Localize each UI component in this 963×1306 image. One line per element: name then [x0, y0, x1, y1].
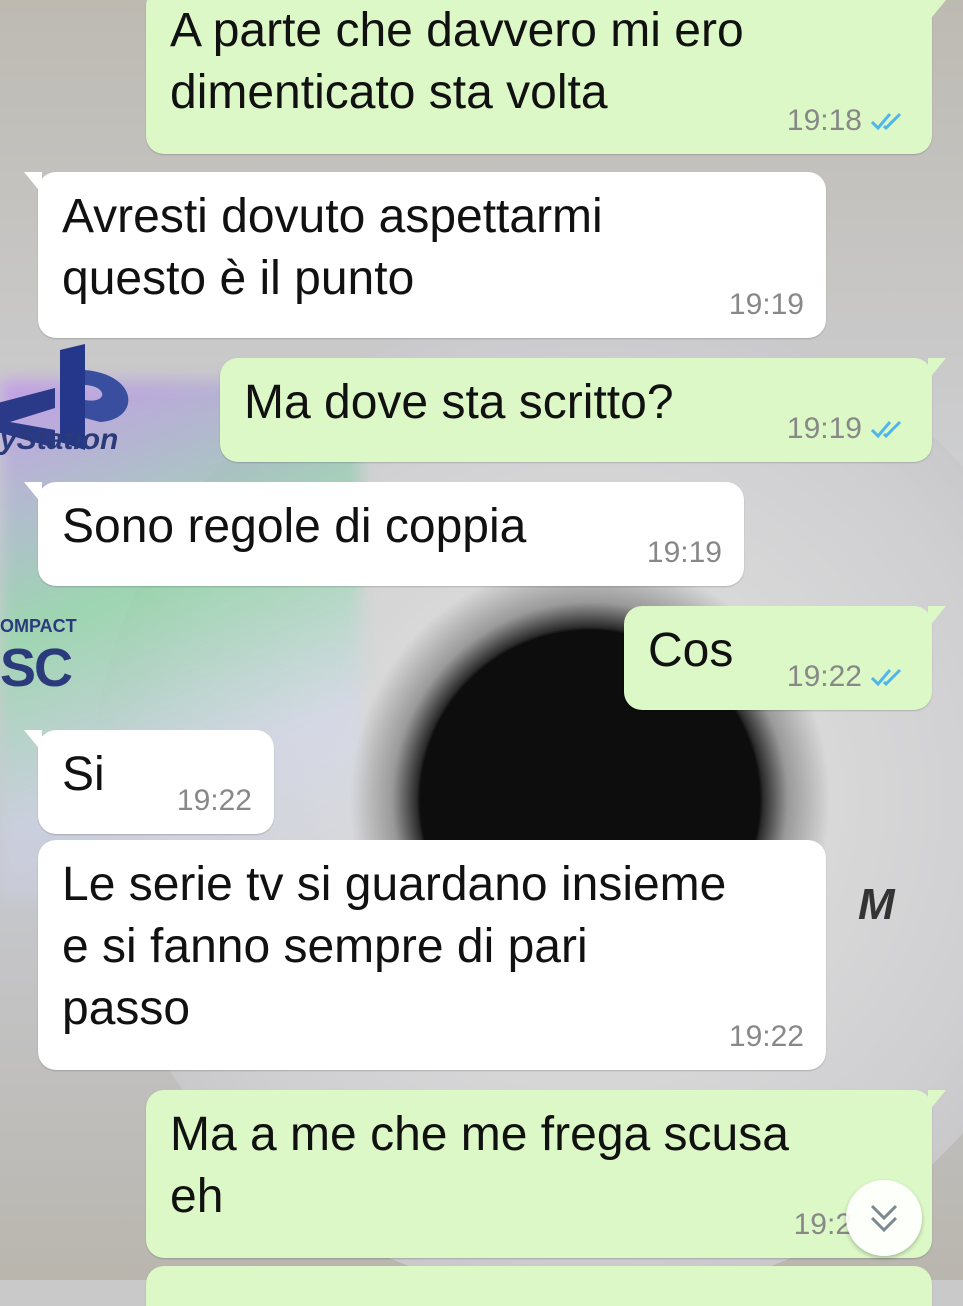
message-meta: 19:22 — [177, 784, 252, 818]
message-incoming[interactable]: Sono regole di coppia 19:19 — [24, 482, 744, 586]
message-time: 19:18 — [786, 104, 862, 137]
message-text: Avresti dovuto aspettarmi questo è il pu… — [62, 190, 603, 305]
message-outgoing-partial[interactable] — [146, 1266, 932, 1306]
message-meta: 19:22 — [729, 1020, 804, 1054]
message-incoming[interactable]: Si 19:22 — [24, 730, 274, 834]
chat-messages: A parte che davvero mi ero dimenticato s… — [0, 0, 963, 1306]
message-time: 19:2 — [793, 1208, 852, 1241]
message-outgoing[interactable]: Ma dove sta scritto? 19:19 — [220, 358, 946, 462]
message-meta: 19:2 — [794, 1208, 852, 1242]
message-time: 19:19 — [646, 536, 722, 569]
bubble-tail — [24, 730, 42, 752]
message-text: Ma a me che me frega scusa eh — [170, 1108, 789, 1223]
bubble-tail — [24, 482, 42, 504]
message-text: Si — [62, 748, 105, 801]
double-chevron-down-icon — [870, 1204, 898, 1233]
message-outgoing[interactable]: Ma a me che me frega scusa eh 19:2 — [146, 1090, 946, 1258]
bubble-tail — [24, 172, 42, 194]
message-time: 19:19 — [786, 412, 862, 445]
message-incoming[interactable]: Avresti dovuto aspettarmi questo è il pu… — [24, 172, 826, 338]
message-outgoing[interactable]: Cos 19:22 — [624, 606, 946, 710]
message-incoming[interactable]: Le serie tv si guardano insieme e si fan… — [38, 840, 826, 1070]
double-check-read-icon — [870, 668, 902, 687]
message-meta: 19:19 — [729, 288, 804, 322]
bubble-tail — [928, 358, 946, 380]
double-check-read-icon — [870, 112, 902, 131]
message-time: 19:22 — [176, 784, 252, 817]
message-text: Sono regole di coppia — [62, 500, 527, 553]
message-meta: 19:19 — [787, 412, 910, 446]
message-text: A parte che davvero mi ero dimenticato s… — [170, 4, 744, 119]
message-text: Cos — [648, 624, 734, 677]
scroll-to-bottom-button[interactable] — [846, 1180, 922, 1256]
bubble-tail — [928, 0, 946, 22]
message-meta: 19:19 — [647, 536, 722, 570]
bubble-tail — [928, 606, 946, 628]
message-text: Le serie tv si guardano insieme e si fan… — [62, 858, 727, 1035]
message-text: Ma dove sta scritto? — [244, 376, 674, 429]
message-time: 19:19 — [728, 288, 804, 321]
message-meta: 19:18 — [787, 104, 910, 138]
message-meta: 19:22 — [787, 660, 910, 694]
bubble-tail — [928, 1090, 946, 1112]
double-check-read-icon — [870, 420, 902, 439]
message-time: 19:22 — [786, 660, 862, 693]
message-outgoing[interactable]: A parte che davvero mi ero dimenticato s… — [146, 0, 946, 154]
message-time: 19:22 — [728, 1020, 804, 1053]
